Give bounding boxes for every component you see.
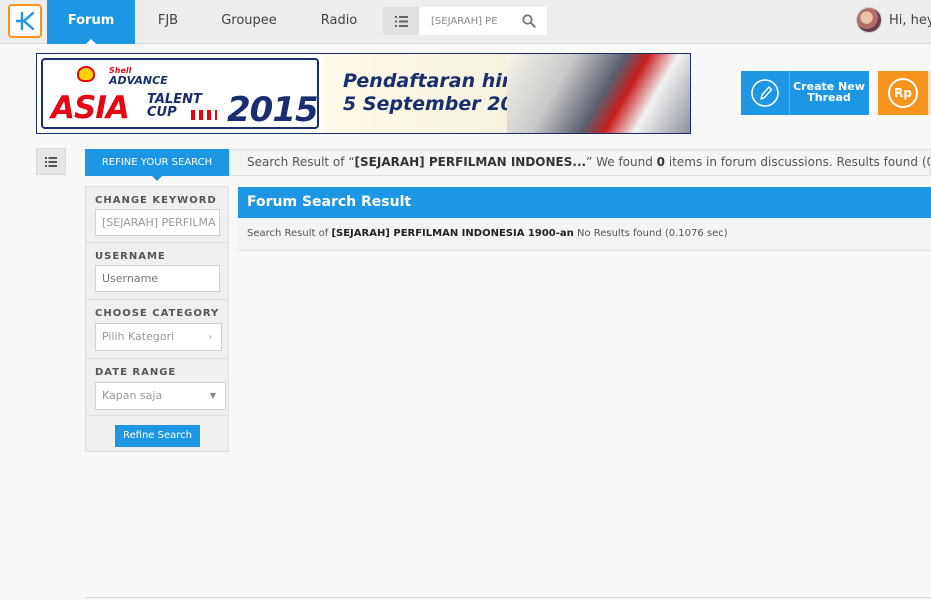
summary-prefix: Search Result of “ (247, 155, 355, 169)
category-section: CHOOSE CATEGORY Pilih Kategori › (86, 300, 228, 359)
banner-advance: ADVANCE (109, 74, 168, 87)
create-thread-button[interactable]: Create New Thread (741, 71, 869, 115)
banner-cup: CUP (147, 105, 177, 120)
username-input[interactable] (95, 265, 220, 292)
refine-search-button[interactable]: Refine Search (115, 425, 200, 447)
search-bar (383, 7, 547, 35)
nav-radio-label: Radio (320, 13, 358, 28)
username-label: USERNAME (95, 251, 166, 262)
summary-query: [SEJARAH] PERFILMAN INDONES... (354, 155, 587, 169)
results-prefix: Search Result of (247, 228, 332, 239)
list-icon[interactable] (383, 7, 419, 35)
date-select[interactable]: Kapan saja ▼ (95, 382, 226, 410)
date-section: DATE RANGE Kapan saja ▼ (86, 359, 228, 416)
summary-suffix: items in forum discussions. Results foun… (668, 155, 930, 169)
banner-asia: ASIA (51, 90, 130, 126)
banner-rider-image (507, 54, 690, 133)
summary-count: 0 (656, 155, 666, 169)
sidebar-toggle-icon[interactable] (36, 148, 66, 175)
nav-groupee[interactable]: Groupee (214, 0, 284, 44)
results-header: Forum Search Result (238, 187, 931, 218)
refine-tab-caret (152, 176, 162, 181)
results-message: Search Result of [SEJARAH] PERFILMAN IND… (238, 218, 931, 251)
search-summary: Search Result of “[SEJARAH] PERFILMAN IN… (229, 149, 931, 176)
keyword-label: CHANGE KEYWORD (95, 195, 217, 206)
nav-forum-label: Forum (67, 13, 115, 28)
ad-banner[interactable]: Shell ADVANCE ASIA TALENT CUP 2015 Penda… (36, 53, 691, 134)
banner-logo-block: Shell ADVANCE ASIA TALENT CUP 2015 (41, 58, 319, 130)
nav-fjb-label: FJB (157, 13, 179, 28)
refine-sidebar: CHANGE KEYWORD USERNAME CHOOSE CATEGORY … (85, 186, 229, 452)
summary-middle: ” We found (586, 155, 657, 169)
username-section: USERNAME (86, 243, 228, 300)
shell-logo-icon (77, 66, 95, 82)
date-value: Kapan saja (102, 389, 163, 402)
checkered-flag-icon (191, 110, 217, 120)
pencil-icon (741, 71, 790, 115)
refine-search-tab[interactable]: REFINE YOUR SEARCH (85, 149, 229, 181)
date-label: DATE RANGE (95, 367, 177, 378)
k-logo-icon (15, 11, 35, 31)
results-query: [SEJARAH] PERFILMAN INDONESIA 1900-an (331, 228, 574, 239)
refine-tab-label: REFINE YOUR SEARCH (101, 157, 213, 168)
keyword-section: CHANGE KEYWORD (86, 187, 228, 243)
rp-icon: Rp (888, 78, 918, 108)
nav-forum[interactable]: Forum (47, 0, 135, 44)
nav-radio[interactable]: Radio (312, 0, 366, 44)
results-suffix: No Results found (0.1076 sec) (573, 228, 728, 239)
category-select[interactable]: Pilih Kategori › (95, 323, 222, 351)
rp-button[interactable]: Rp (878, 71, 931, 115)
content-divider (85, 597, 931, 598)
top-nav: Forum FJB Groupee Radio Hi, hey (0, 0, 931, 44)
banner-year: 2015 (227, 90, 319, 130)
user-greeting[interactable]: Hi, hey (889, 13, 931, 28)
keyword-input[interactable] (95, 209, 220, 236)
nav-fjb[interactable]: FJB (150, 0, 186, 44)
chevron-down-icon: ▼ (209, 391, 216, 400)
create-thread-label: Create New Thread (793, 80, 865, 104)
chevron-right-icon: › (208, 332, 212, 341)
category-label: CHOOSE CATEGORY (95, 308, 220, 319)
avatar[interactable] (856, 7, 882, 33)
kaskus-logo[interactable] (8, 4, 42, 38)
nav-groupee-label: Groupee (221, 13, 277, 28)
category-value: Pilih Kategori (102, 330, 175, 343)
active-caret (86, 39, 96, 44)
search-input[interactable] (419, 7, 511, 35)
search-icon[interactable] (511, 7, 547, 35)
